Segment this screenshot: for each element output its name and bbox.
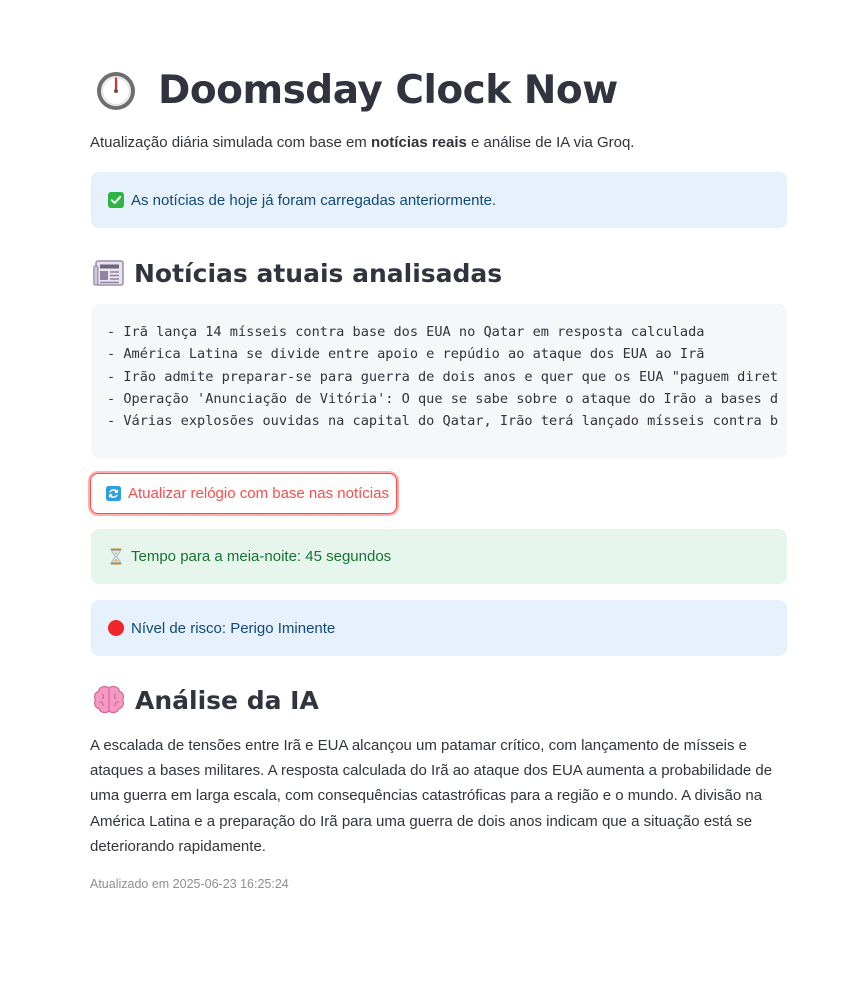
update-clock-button[interactable]: Atualizar relógio com base nas notícias (90, 473, 397, 514)
news-line: - América Latina se divide entre apoio e… (107, 346, 705, 363)
news-loaded-alert: As notícias de hoje já foram carregadas … (91, 172, 787, 228)
last-updated-caption: Atualizado em 2025-06-23 16:25:24 (90, 877, 289, 891)
brain-icon (93, 685, 125, 715)
title-row: Doomsday Clock Now (96, 62, 618, 118)
subtitle-text-before: Atualização diária simulada com base em (90, 134, 371, 151)
page-title: Doomsday Clock Now (158, 67, 618, 113)
time-to-midnight-alert: Tempo para a meia-noite: 45 segundos (91, 529, 787, 584)
news-loaded-message: As notícias de hoje já foram carregadas … (131, 191, 497, 209)
red-circle-icon (108, 620, 124, 636)
subtitle-bold-text: notícias reais (370, 134, 467, 151)
news-line: - Irão admite preparar-se para guerra de… (107, 368, 779, 385)
newspaper-icon (93, 259, 124, 287)
refresh-icon (106, 486, 121, 501)
news-line: - Várias explosões ouvidas na capital do… (107, 413, 779, 430)
subtitle-text-after: e análise de IA via Groq. (466, 134, 635, 151)
update-clock-button-label: Atualizar relógio com base nas notícias (128, 485, 389, 502)
ai-section-heading: Análise da IA (135, 685, 319, 715)
news-section-header: Notícias atuais analisadas (93, 255, 502, 291)
news-line: - Operação 'Anunciação de Vitória': O qu… (107, 390, 779, 407)
ai-section-header: Análise da IA (93, 682, 319, 718)
check-mark-icon (108, 192, 124, 208)
risk-level-text: Nível de risco: Perigo Iminente (131, 619, 336, 637)
time-to-midnight-text: Tempo para a meia-noite: 45 segundos (131, 548, 392, 565)
news-section-heading: Notícias atuais analisadas (134, 258, 503, 288)
hourglass-icon (108, 548, 124, 565)
ai-analysis-text: A escalada de tensões entre Irã e EUA al… (90, 737, 773, 855)
stopwatch-icon (96, 71, 136, 111)
news-code-block[interactable]: - Irã lança 14 mísseis contra base dos E… (91, 304, 787, 458)
subtitle: Atualização diária simulada com base em … (90, 134, 634, 151)
risk-level-alert: Nível de risco: Perigo Iminente (91, 600, 787, 656)
news-line: - Irã lança 14 mísseis contra base dos E… (107, 324, 705, 340)
